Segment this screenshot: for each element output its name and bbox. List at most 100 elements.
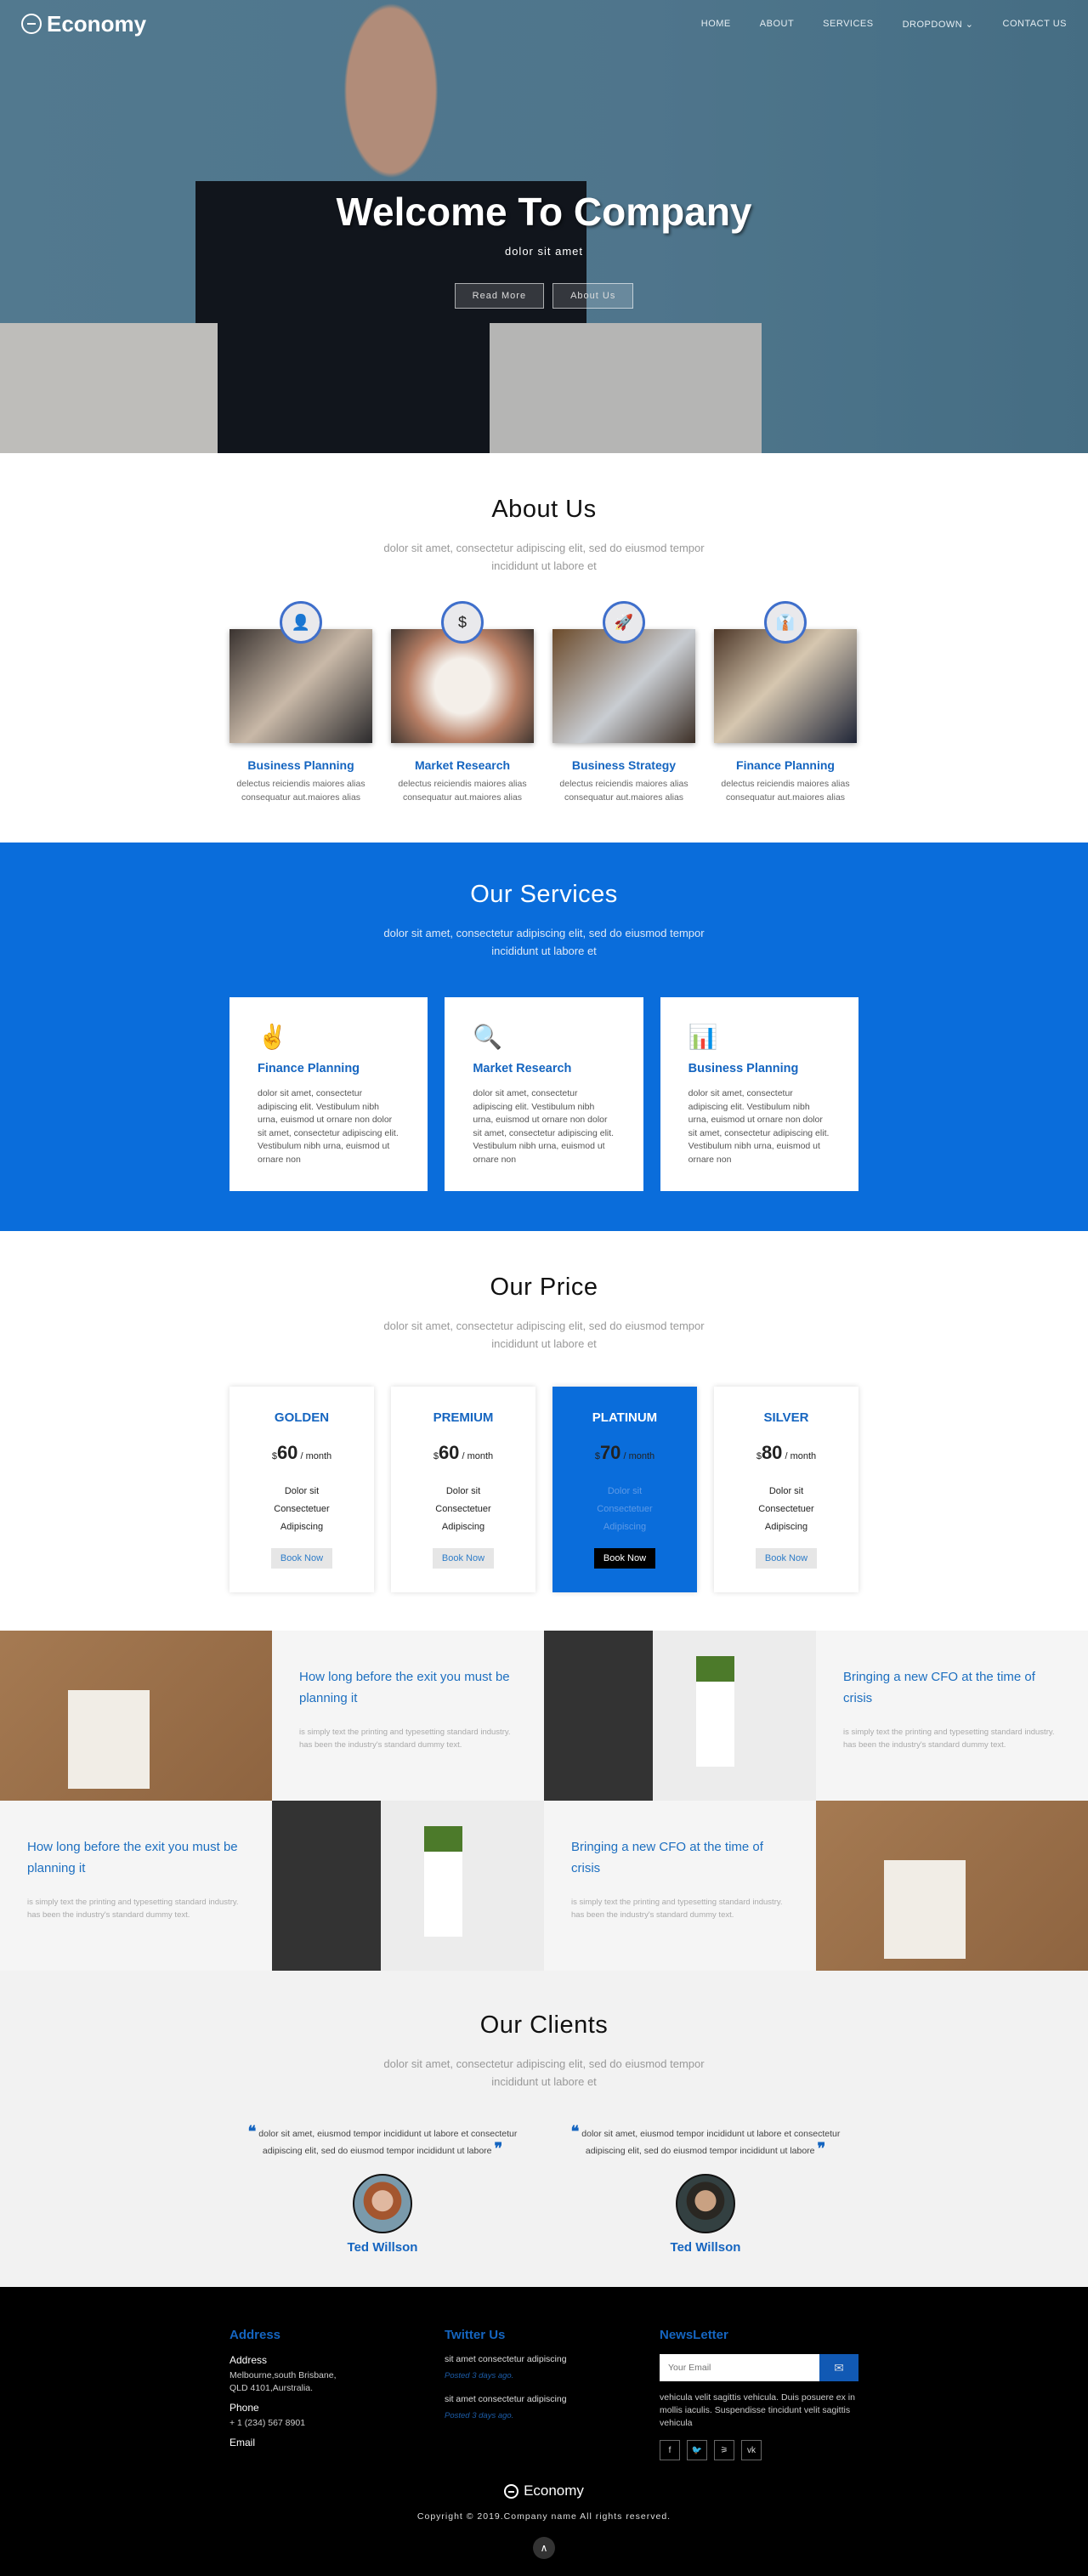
hero-subtitle: dolor sit amet <box>504 245 584 258</box>
card-title: Finance Planning <box>258 1062 360 1075</box>
blog-item: Bringing a new CFO at the time of crisis… <box>816 1631 1088 1801</box>
tweet: sit amet consectetur adipiscing <box>445 2394 567 2404</box>
about-card: 👔 Finance Planning delectus reiciendis mai… <box>714 601 857 804</box>
price-section: Our Price dolor sit amet, consectetur ad… <box>0 1231 1088 1631</box>
about-us-button[interactable]: About Us <box>552 283 634 309</box>
plan-feature: Consectetuer <box>274 1504 330 1514</box>
service-card: ✌ Finance Planning dolor sit amet, consect… <box>230 997 428 1191</box>
section-title: Our Price <box>490 1274 598 1301</box>
plan-feature: Consectetuer <box>758 1504 814 1514</box>
plan-name: SILVER <box>763 1410 809 1425</box>
book-now-button[interactable]: Book Now <box>593 1548 656 1569</box>
price-card: PLATINUM $70 / month Dolor sit Consectetuer… <box>552 1387 697 1592</box>
card-desc: delectus reiciendis maiores alias conseq… <box>721 779 850 803</box>
nav-contact[interactable]: CONTACT US <box>1003 19 1068 30</box>
footer-newsletter: NewsLetter ✉ vehicula velit sagittis veh… <box>660 2328 858 2460</box>
client-name: Ted Willson <box>670 2240 741 2255</box>
service-icon: ✌ <box>258 1024 287 1050</box>
plan-feature: Adipiscing <box>764 1522 808 1532</box>
quote-open-icon: ❝ <box>570 2123 580 2140</box>
blog-title[interactable]: How long before the exit you must be pla… <box>299 1666 517 1709</box>
card-title: Market Research <box>473 1062 572 1075</box>
service-card: 📊 Business Planning dolor sit amet, consec… <box>660 997 858 1191</box>
about-card: 👤 Business Planning delectus reiciendis ma… <box>230 601 372 804</box>
blog-text: is simply text the printing and typesett… <box>571 1898 783 1920</box>
read-more-button[interactable]: Read More <box>454 283 545 309</box>
service-card: 🔍 Market Research dolor sit amet, consecte… <box>445 997 643 1191</box>
section-title: Our Services <box>470 881 618 908</box>
price-card: GOLDEN $60 / month Dolor sit Consectetuer Ad… <box>230 1387 374 1592</box>
facebook-icon[interactable]: f <box>660 2440 680 2460</box>
quote-open-icon: ❝ <box>247 2123 257 2140</box>
section-subtitle: dolor sit amet, consectetur adipiscing e… <box>383 927 705 957</box>
plan-price: 60 <box>276 1442 298 1463</box>
nav-home[interactable]: HOME <box>701 19 731 30</box>
chevron-up-icon: ∧ <box>540 2542 548 2554</box>
blog-item: How long before the exit you must be pla… <box>272 1631 544 1801</box>
about-section: About Us dolor sit amet, consectetur adi… <box>0 453 1088 843</box>
plan-feature: Adipiscing <box>441 1522 485 1532</box>
plan-feature: Consectetuer <box>597 1504 653 1514</box>
testimonial: ❝ dolor sit amet, eiusmod tempor incidid… <box>238 2123 527 2255</box>
section-subtitle: dolor sit amet, consectetur adipiscing e… <box>383 1319 705 1350</box>
footer-logo[interactable]: Economy <box>0 2482 1088 2499</box>
plan-price: 60 <box>438 1442 460 1463</box>
about-image <box>391 629 534 743</box>
card-desc: dolor sit amet, consectetur adipiscing e… <box>258 1088 399 1165</box>
copyright: Copyright © 2019.Company name All rights… <box>416 2511 672 2522</box>
footer-twitter: Twitter Us sit amet consectetur adipisci… <box>445 2328 660 2460</box>
card-desc: dolor sit amet, consectetur adipiscing e… <box>688 1088 830 1165</box>
about-card: $ Market Research delectus reiciendis maio… <box>391 601 534 804</box>
book-now-button[interactable]: Book Now <box>755 1548 818 1569</box>
book-now-button[interactable]: Book Now <box>432 1548 495 1569</box>
logo-icon <box>21 14 42 34</box>
blog-text: is simply text the printing and typesett… <box>27 1898 239 1920</box>
avatar <box>676 2174 735 2233</box>
section-title: About Us <box>491 496 597 523</box>
blog-image <box>816 1801 1088 1971</box>
rss-icon[interactable]: ⚞ <box>714 2440 734 2460</box>
card-desc: dolor sit amet, consectetur adipiscing e… <box>473 1088 615 1165</box>
nav-about[interactable]: ABOUT <box>760 19 794 30</box>
email-input[interactable] <box>660 2354 819 2381</box>
blog-image <box>272 1801 544 1971</box>
plan-feature: Dolor sit <box>445 1486 481 1496</box>
blog-title[interactable]: Bringing a new CFO at the time of crisis <box>843 1666 1061 1709</box>
plan-name: PREMIUM <box>433 1410 494 1425</box>
blog-title[interactable]: How long before the exit you must be pla… <box>27 1836 245 1879</box>
blog-image <box>544 1631 816 1801</box>
blog-text: is simply text the printing and typesett… <box>843 1728 1055 1750</box>
testimonial: ❝ dolor sit amet, eiusmod tempor incidid… <box>561 2123 850 2255</box>
plan-feature: Consectetuer <box>435 1504 491 1514</box>
plan-feature: Adipiscing <box>280 1522 324 1532</box>
service-icon: 🔍 <box>473 1024 503 1050</box>
footer-address: Address Address Melbourne,south Brisbane… <box>230 2328 337 2448</box>
envelope-icon: ✉ <box>834 2360 844 2375</box>
subscribe-button[interactable]: ✉ <box>819 2354 858 2381</box>
book-now-button[interactable]: Book Now <box>270 1548 333 1569</box>
scroll-top-button[interactable]: ∧ <box>533 2537 555 2559</box>
clients-section: Our Clients dolor sit amet, consectetur … <box>0 1971 1088 2287</box>
vk-icon[interactable]: vk <box>741 2440 762 2460</box>
price-card: PREMIUM $60 / month Dolor sit Consectetuer A… <box>391 1387 536 1592</box>
card-desc: delectus reiciendis maiores alias conseq… <box>236 779 366 803</box>
plan-price: 70 <box>599 1442 621 1463</box>
about-card: 🚀 Business Strategy delectus reiciendis ma… <box>552 601 695 804</box>
about-icon: 👤 <box>280 601 322 644</box>
twitter-icon[interactable]: 🐦 <box>687 2440 707 2460</box>
nav-dropdown[interactable]: DROPDOWN ⌄ <box>903 19 974 30</box>
card-title: Business Strategy <box>571 758 677 772</box>
about-icon: 👔 <box>764 601 807 644</box>
logo[interactable]: Economy <box>21 11 146 37</box>
services-section: Our Services dolor sit amet, consectetur… <box>0 843 1088 1231</box>
about-image <box>230 629 372 743</box>
testimonial-text: dolor sit amet, eiusmod tempor incididun… <box>581 2129 841 2156</box>
logo-icon <box>504 2483 519 2499</box>
card-title: Business Planning <box>688 1062 799 1075</box>
about-image <box>714 629 857 743</box>
card-desc: delectus reiciendis maiores alias conseq… <box>559 779 688 803</box>
nav-services[interactable]: SERVICES <box>823 19 873 30</box>
blog-title[interactable]: Bringing a new CFO at the time of crisis <box>571 1836 789 1879</box>
navbar: Economy HOME ABOUT SERVICES DROPDOWN ⌄ C… <box>0 0 1088 48</box>
tweet: sit amet consectetur adipiscing <box>445 2354 567 2364</box>
